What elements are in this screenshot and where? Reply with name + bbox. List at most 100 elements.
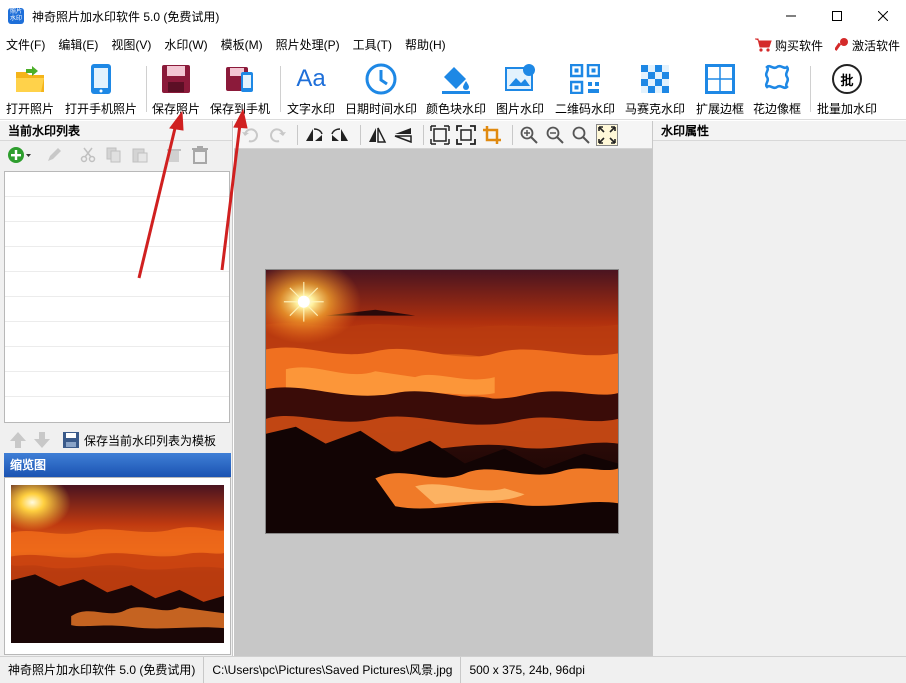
list-item[interactable] [5,297,229,322]
mosaic-icon [638,62,672,96]
datetime-watermark-button[interactable]: 日期时间水印 [345,62,417,118]
list-item[interactable] [5,347,229,372]
lace-frame-icon [760,62,794,96]
menu-template[interactable]: 模板(M) [215,32,270,58]
flip-vertical-button[interactable] [392,124,414,146]
undo-button[interactable] [240,124,262,146]
phone-icon [84,62,118,96]
save-as-template-button[interactable]: 保存当前水印列表为模板 [62,431,216,449]
menu-photo-process[interactable]: 照片处理(P) [270,32,347,58]
zoom-in-button[interactable] [518,124,540,146]
zoom-actual-button[interactable] [570,124,592,146]
menu-tools[interactable]: 工具(T) [347,32,399,58]
photo-canvas[interactable] [234,121,652,656]
text-aa-icon: Aa [294,62,328,96]
resize-button[interactable] [429,124,451,146]
picture-icon [503,62,537,96]
list-item[interactable] [5,197,229,222]
menu-watermark[interactable]: 水印(W) [158,32,214,58]
clear-watermarks-button[interactable] [190,145,210,165]
list-item[interactable] [5,372,229,397]
close-icon [878,11,888,21]
add-icon [8,147,31,163]
redo-button[interactable] [266,124,288,146]
lace-frame-button[interactable]: 花边像框 [753,62,801,118]
zoom-fit-icon [598,125,616,144]
move-down-icon[interactable] [32,431,52,449]
clock-icon [364,62,398,96]
watermark-list-panel: 当前水印列表 保存当前水印列表为模板 缩览图 [0,121,233,656]
batch-watermark-button[interactable]: 批 批量加水印 [817,62,877,118]
buy-software-link[interactable]: 购买软件 [754,37,823,54]
save-photo-button[interactable]: 保存照片 [152,62,200,118]
flip-horizontal-button[interactable] [366,124,388,146]
watermark-list-toolbar [0,141,232,169]
paint-bucket-icon [439,62,473,96]
title-bar: 照片 水印 神奇照片加水印软件 5.0 (免费试用) [0,0,906,32]
status-app-name: 神奇照片加水印软件 5.0 (免费试用) [0,656,205,683]
watermark-list[interactable] [4,171,230,423]
undo-icon [242,127,258,142]
text-watermark-button[interactable]: Aa 文字水印 [287,62,335,118]
delete-watermark-button[interactable] [164,145,184,165]
pencil-icon [48,148,61,161]
menu-view[interactable]: 视图(V) [105,32,158,58]
batch-icon: 批 [830,62,864,96]
edit-watermark-button[interactable] [44,145,64,165]
move-up-icon[interactable] [8,431,28,449]
rotate-left-button[interactable] [303,124,325,146]
photo-preview[interactable] [265,269,619,534]
activate-software-link[interactable]: 激活软件 [834,37,900,54]
zoom-fit-button[interactable] [596,123,618,146]
flip-horizontal-icon [369,127,387,143]
qrcode-watermark-button[interactable]: 二维码水印 [555,62,615,118]
zoom-actual-icon [572,126,590,144]
mosaic-watermark-button[interactable]: 马赛克水印 [625,62,685,118]
buy-software-label: 购买软件 [774,38,823,53]
trash-icon [167,149,181,162]
window-title: 神奇照片加水印软件 5.0 (免费试用) [32,9,220,24]
save-disk-icon [159,62,193,96]
zoom-out-icon [546,126,564,144]
resize-icon [430,124,450,145]
rotate-right-button[interactable] [329,124,351,146]
color-block-watermark-button[interactable]: 颜色块水印 [426,62,486,118]
qrcode-watermark-label: 二维码水印 [555,102,616,116]
thumbnail-title: 缩览图 [4,453,231,477]
cut-watermark-button[interactable] [78,145,98,165]
crop-icon [483,125,501,144]
expand-border-button[interactable]: 扩展边框 [696,62,744,118]
crop-button[interactable] [481,124,503,146]
paste-watermark-button[interactable] [130,145,150,165]
rotate-right-icon [331,127,348,141]
zoom-out-button[interactable] [544,124,566,146]
list-item[interactable] [5,322,229,347]
status-bar: 神奇照片加水印软件 5.0 (免费试用) C:\Users\pc\Picture… [0,656,906,683]
minimize-button[interactable] [768,0,814,32]
fit-button[interactable] [455,124,477,146]
app-icon: 照片 水印 [8,8,24,24]
batch-glyph: 批 [840,72,854,88]
menu-help[interactable]: 帮助(H) [399,32,453,58]
list-item[interactable] [5,222,229,247]
add-watermark-button[interactable] [6,145,32,165]
picture-watermark-button[interactable]: 图片水印 [496,62,544,118]
close-button[interactable] [860,0,906,32]
picture-watermark-label: 图片水印 [496,102,545,116]
list-item[interactable] [5,272,229,297]
open-photo-button[interactable]: 打开照片 [6,62,54,118]
save-to-phone-button[interactable]: 保存到手机 [210,62,270,118]
watermark-properties-panel: 水印属性 [652,121,906,656]
open-phone-photo-button[interactable]: 打开手机照片 [65,62,137,118]
open-phone-photo-label: 打开手机照片 [65,102,138,116]
toolbar-separator [280,66,281,112]
list-item[interactable] [5,247,229,272]
menu-file[interactable]: 文件(F) [0,32,52,58]
maximize-button[interactable] [814,0,860,32]
list-item[interactable] [5,172,229,197]
thumbnail-view[interactable] [4,477,231,655]
qrcode-icon [568,62,602,96]
copy-watermark-button[interactable] [104,145,124,165]
activate-software-label: 激活软件 [851,38,900,53]
menu-edit[interactable]: 编辑(E) [52,32,105,58]
